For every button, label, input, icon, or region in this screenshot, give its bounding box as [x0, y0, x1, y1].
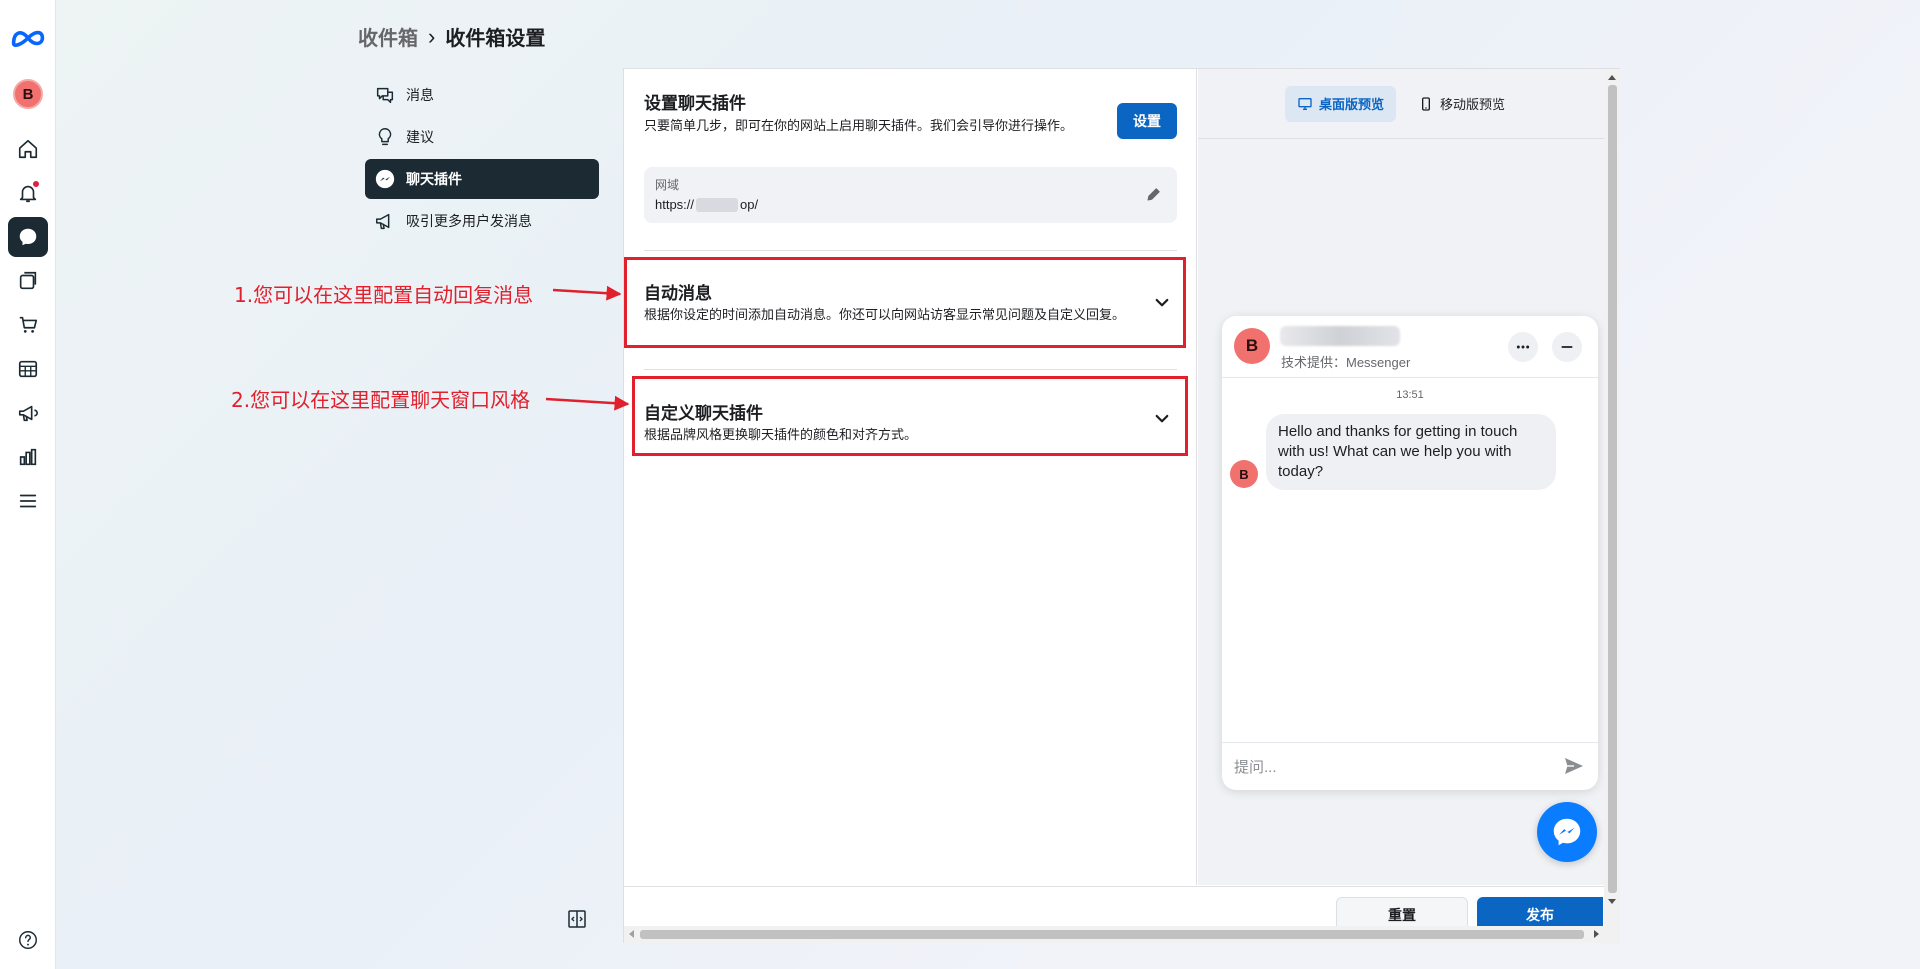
sub-menu-label: 聊天插件: [406, 171, 462, 187]
scrollbar-thumb[interactable]: [1608, 85, 1617, 893]
tab-label: 桌面版预览: [1318, 97, 1384, 112]
preview-column: 桌面版预览 移动版预览 B 技术提供：Messenger 13:51 B Hel…: [1198, 69, 1604, 885]
domain-label: 网域: [655, 178, 680, 192]
scroll-down-arrow-icon[interactable]: [1608, 899, 1616, 904]
messenger-icon: [1553, 818, 1581, 846]
vertical-scrollbar[interactable]: [1604, 69, 1620, 944]
chat-powered-by: 技术提供：Messenger: [1281, 355, 1411, 370]
meta-logo-icon[interactable]: [8, 18, 48, 58]
account-avatar: B: [13, 79, 43, 109]
sub-menu-item-chat-plugin[interactable]: 聊天插件: [365, 159, 599, 199]
highlight-box-auto-messages: [624, 257, 1186, 348]
domain-prefix: https://: [655, 197, 695, 212]
desktop-icon: [1298, 97, 1312, 110]
sub-menu-label: 吸引更多用户发消息: [406, 213, 532, 229]
chat-plugin-panel: 设置聊天插件 只要简单几步，即可在你的网站上启用聊天插件。我们会引导你进行操作。…: [623, 68, 1620, 944]
bell-icon[interactable]: [8, 173, 48, 213]
home-icon[interactable]: [8, 129, 48, 169]
setup-title: 设置聊天插件: [644, 94, 746, 113]
cart-icon[interactable]: [8, 305, 48, 345]
chat-header: B 技术提供：Messenger: [1222, 316, 1598, 378]
account-switcher[interactable]: B: [8, 74, 48, 114]
scroll-left-arrow-icon[interactable]: [629, 930, 634, 938]
help-icon[interactable]: [8, 920, 48, 960]
more-dots-icon: [1516, 345, 1530, 349]
annotation-text-2: 2.您可以在这里配置聊天窗口风格: [231, 388, 531, 412]
breadcrumb-parent-link[interactable]: 收件箱: [358, 22, 418, 51]
notification-dot: [33, 181, 39, 187]
minimize-icon: [1561, 346, 1573, 348]
sub-menu-item-messages[interactable]: 消息: [365, 75, 599, 115]
domain-field[interactable]: 网域 https:// op/: [644, 167, 1177, 223]
breadcrumb-separator: ›: [428, 23, 436, 49]
content-icon[interactable]: [8, 261, 48, 301]
sub-menu-item-suggestions[interactable]: 建议: [365, 117, 599, 157]
chat-avatar: B: [1234, 328, 1270, 364]
mobile-icon: [1422, 96, 1430, 111]
left-rail: B: [0, 0, 56, 969]
collapse-sidebar-icon[interactable]: [566, 908, 588, 930]
annotation-text-1: 1.您可以在这里配置自动回复消息: [234, 283, 534, 307]
chat-input[interactable]: 提问...: [1222, 742, 1598, 790]
chat-message-row: B Hello and thanks for getting in touch …: [1230, 414, 1556, 490]
send-icon[interactable]: [1562, 754, 1586, 778]
scrollbar-thumb[interactable]: [640, 930, 1584, 939]
more-options-button[interactable]: [1508, 332, 1538, 362]
tab-label: 移动版预览: [1440, 97, 1506, 112]
settings-sub-menu: 消息 建议 聊天插件 吸引更多用户发消息: [365, 75, 599, 243]
tab-desktop-preview[interactable]: 桌面版预览: [1284, 85, 1396, 122]
scroll-up-arrow-icon[interactable]: [1608, 75, 1616, 80]
divider: [644, 369, 1177, 370]
annotation-arrow-2: [545, 395, 630, 411]
message-avatar: B: [1230, 460, 1258, 488]
setup-button[interactable]: 设置: [1117, 103, 1177, 139]
domain-suffix: op/: [740, 197, 759, 212]
domain-redacted: [696, 197, 739, 212]
preview-tabs: 桌面版预览 移动版预览: [1198, 69, 1604, 139]
table-icon[interactable]: [8, 349, 48, 389]
chat-widget-preview: B 技术提供：Messenger 13:51 B Hello and thank…: [1222, 316, 1598, 790]
menu-icon[interactable]: [8, 481, 48, 521]
breadcrumb: 收件箱 › 收件箱设置: [358, 22, 545, 51]
pencil-edit-icon[interactable]: [1145, 185, 1163, 203]
scroll-right-arrow-icon[interactable]: [1594, 930, 1599, 938]
setup-description: 只要简单几步，即可在你的网站上启用聊天插件。我们会引导你进行操作。: [644, 118, 1074, 133]
horizontal-scrollbar[interactable]: [624, 926, 1604, 943]
messenger-icon: [375, 169, 395, 189]
message-bubble: Hello and thanks for getting in touch wi…: [1266, 414, 1556, 490]
setup-section: 设置聊天插件 只要简单几步，即可在你的网站上启用聊天插件。我们会引导你进行操作。…: [644, 89, 1177, 139]
lightbulb-icon: [378, 128, 392, 146]
page-title: 收件箱设置: [445, 28, 546, 50]
annotation-arrow-1: [552, 285, 622, 301]
domain-value: https:// op/: [655, 197, 1166, 212]
sub-menu-label: 消息: [406, 87, 434, 103]
highlight-box-customize-plugin: [632, 376, 1188, 456]
chat-timestamp: 13:51: [1396, 389, 1424, 401]
messenger-launcher-button[interactable]: [1537, 802, 1597, 862]
bar-chart-icon[interactable]: [8, 437, 48, 477]
megaphone-icon[interactable]: [8, 393, 48, 433]
minimize-button[interactable]: [1552, 332, 1582, 362]
chat-page-name-redacted: [1280, 326, 1400, 346]
panel-footer: 重置 发布: [624, 886, 1604, 933]
tab-mobile-preview[interactable]: 移动版预览: [1406, 86, 1517, 122]
sub-menu-label: 建议: [406, 129, 434, 145]
inbox-chat-bubble-icon[interactable]: [8, 217, 48, 257]
settings-column: 设置聊天插件 只要简单几步，即可在你的网站上启用聊天插件。我们会引导你进行操作。…: [624, 69, 1197, 885]
megaphone-icon: [376, 213, 390, 230]
divider: [644, 250, 1177, 251]
sub-menu-item-attract-users[interactable]: 吸引更多用户发消息: [365, 201, 599, 241]
chat-icon: [376, 87, 394, 104]
